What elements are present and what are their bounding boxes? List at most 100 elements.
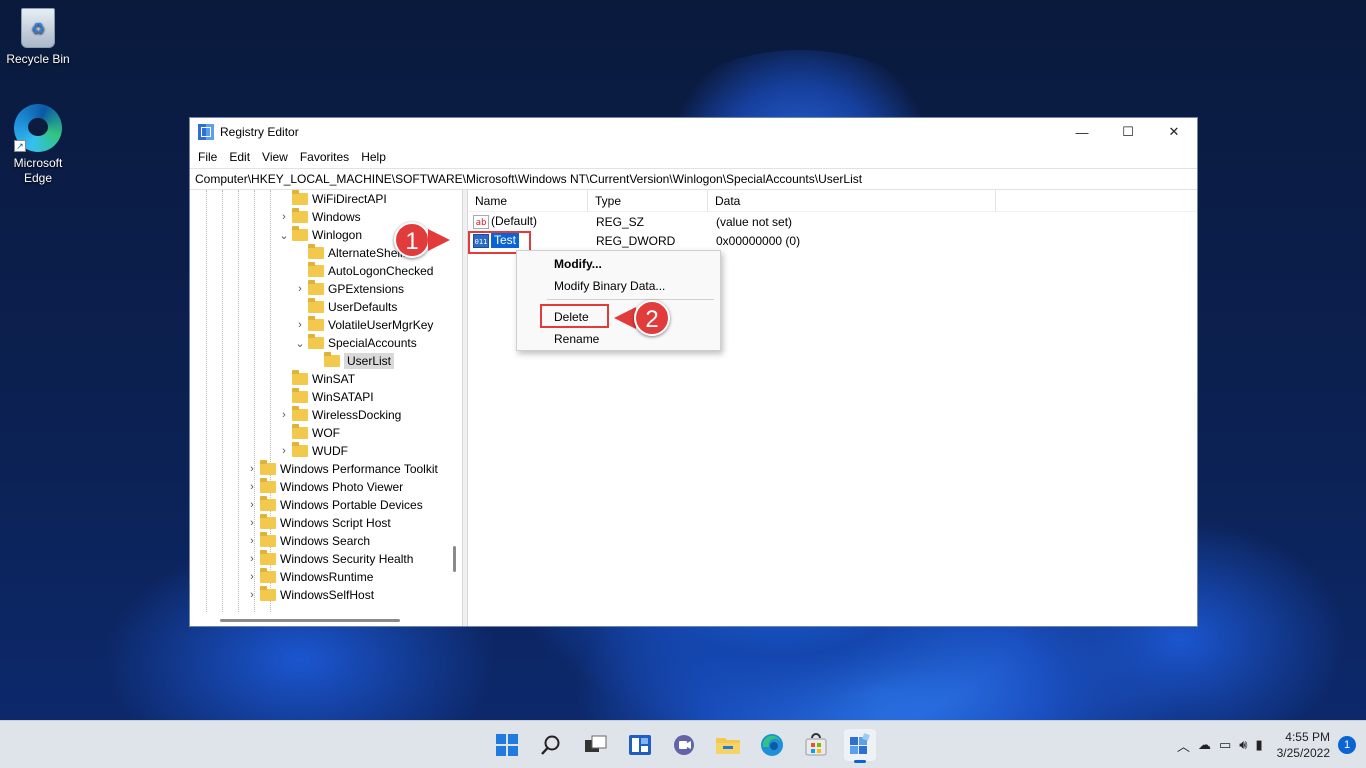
chevron-right-icon[interactable]: › xyxy=(246,589,258,601)
search-button[interactable] xyxy=(535,729,567,761)
tree-item[interactable]: › WindowsRuntime xyxy=(246,568,373,586)
tree-item[interactable]: AutoLogonChecked xyxy=(294,262,433,280)
title-bar[interactable]: Registry Editor — ☐ ✕ xyxy=(190,118,1197,146)
folder-icon xyxy=(308,298,324,313)
network-icon[interactable]: ▭ xyxy=(1219,737,1231,753)
menu-item-modify-binary[interactable]: Modify Binary Data... xyxy=(554,279,665,293)
chevron-right-icon[interactable]: › xyxy=(246,499,258,511)
tree-item[interactable]: › Windows Portable Devices xyxy=(246,496,423,514)
desktop-icon-recycle-bin[interactable]: Recycle Bin xyxy=(0,8,76,66)
minimize-button[interactable]: — xyxy=(1059,118,1105,146)
tree-item-label: WindowsSelfHost xyxy=(280,588,375,602)
file-explorer-button[interactable] xyxy=(712,729,744,761)
tree-item[interactable]: WiFiDirectAPI xyxy=(278,190,387,208)
battery-icon[interactable]: ▮ xyxy=(1255,737,1262,753)
volume-icon[interactable]: 🔊︎ xyxy=(1239,737,1247,753)
column-type[interactable]: Type xyxy=(588,190,708,211)
tree-item-label: WindowsRuntime xyxy=(280,570,374,584)
tree-item[interactable]: ⌄ SpecialAccounts xyxy=(294,334,417,352)
callout-2: 2 xyxy=(614,300,670,336)
chevron-down-icon[interactable]: ⌄ xyxy=(278,229,290,242)
close-button[interactable]: ✕ xyxy=(1151,118,1197,146)
widgets-button[interactable] xyxy=(624,729,656,761)
notification-badge[interactable]: 1 xyxy=(1338,736,1356,754)
tree-item-label: Windows xyxy=(312,210,361,224)
folder-icon xyxy=(292,424,308,439)
tree-item[interactable]: › Windows Photo Viewer xyxy=(246,478,403,496)
tree-item[interactable]: › Windows Security Health xyxy=(246,550,413,568)
task-view-button[interactable] xyxy=(580,729,612,761)
chevron-right-icon[interactable]: › xyxy=(246,481,258,493)
teams-chat-button[interactable] xyxy=(668,729,700,761)
chevron-right-icon[interactable]: › xyxy=(246,463,258,475)
folder-icon xyxy=(260,478,276,493)
tree-item[interactable]: › Windows Performance Toolkit xyxy=(246,460,438,478)
store-button[interactable] xyxy=(800,729,832,761)
chevron-right-icon[interactable]: › xyxy=(278,445,290,457)
chevron-right-icon[interactable]: › xyxy=(246,553,258,565)
tree-item[interactable]: WOF xyxy=(278,424,340,442)
window-title: Registry Editor xyxy=(220,125,299,139)
tree-item[interactable]: UserDefaults xyxy=(294,298,397,316)
list-header: Name Type Data xyxy=(468,190,1197,212)
maximize-button[interactable]: ☐ xyxy=(1105,118,1151,146)
show-hidden-icons-button[interactable]: ︿ xyxy=(1177,736,1190,755)
menu-item-modify[interactable]: Modify... xyxy=(554,257,602,271)
tree-item[interactable]: WinSAT xyxy=(278,370,355,388)
value-row-default[interactable]: ab (Default) REG_SZ (value not set) xyxy=(468,212,1197,231)
tree-item[interactable]: ⌄ Winlogon xyxy=(278,226,362,244)
column-name[interactable]: Name xyxy=(468,190,588,211)
tree-vertical-scrollbar[interactable] xyxy=(453,546,456,572)
tree-item[interactable]: WinSATAPI xyxy=(278,388,374,406)
tree-item[interactable]: › GPExtensions xyxy=(294,280,404,298)
start-button[interactable] xyxy=(491,729,523,761)
menu-file[interactable]: File xyxy=(192,150,223,164)
tree-item-label: VolatileUserMgrKey xyxy=(328,318,434,332)
tree-item[interactable]: › WirelessDocking xyxy=(278,406,401,424)
address-bar[interactable]: Computer\HKEY_LOCAL_MACHINE\SOFTWARE\Mic… xyxy=(190,168,1197,190)
clock[interactable]: 4:55 PM 3/25/2022 xyxy=(1277,729,1330,761)
tree-item[interactable]: › Windows xyxy=(278,208,361,226)
chevron-right-icon[interactable]: › xyxy=(278,409,290,421)
registry-editor-taskbar-button[interactable] xyxy=(844,729,876,763)
search-icon xyxy=(541,735,560,755)
column-data[interactable]: Data xyxy=(708,190,996,211)
chevron-right-icon[interactable]: › xyxy=(278,211,290,223)
chevron-right-icon[interactable]: › xyxy=(294,319,306,331)
chevron-right-icon[interactable]: › xyxy=(246,535,258,547)
tree-item-label: Windows Script Host xyxy=(280,516,391,530)
tree-horizontal-scrollbar[interactable] xyxy=(220,619,400,622)
tree-item[interactable]: › WUDF xyxy=(278,442,348,460)
edge-icon: ↗ xyxy=(14,104,62,152)
value-type: REG_DWORD xyxy=(596,233,676,248)
menu-favorites[interactable]: Favorites xyxy=(294,150,355,164)
menu-view[interactable]: View xyxy=(256,150,294,164)
tree-item[interactable]: › Windows Script Host xyxy=(246,514,391,532)
tree-item[interactable]: AlternateShells xyxy=(294,244,409,262)
tree-item[interactable]: › VolatileUserMgrKey xyxy=(294,316,433,334)
tree-item-label: Winlogon xyxy=(312,228,363,242)
chevron-right-icon[interactable]: › xyxy=(294,283,306,295)
menu-item-rename[interactable]: Rename xyxy=(554,332,599,346)
folder-icon xyxy=(308,334,324,349)
tree-item-label: UserList xyxy=(344,353,395,369)
edge-taskbar-button[interactable] xyxy=(756,729,788,761)
folder-icon xyxy=(292,190,308,205)
menu-help[interactable]: Help xyxy=(355,150,392,164)
recycle-bin-icon xyxy=(21,8,55,48)
callout-1: 1 xyxy=(394,222,450,258)
tree-item[interactable]: › Windows Search xyxy=(246,532,370,550)
chevron-right-icon[interactable]: › xyxy=(246,571,258,583)
desktop-icon-edge[interactable]: ↗ Microsoft Edge xyxy=(0,104,76,186)
onedrive-icon[interactable]: ☁ xyxy=(1198,737,1211,753)
value-row-test[interactable]: 011 Test REG_DWORD 0x00000000 (0) xyxy=(468,231,1197,250)
tree-item[interactable]: › WindowsSelfHost xyxy=(246,586,374,604)
clock-time: 4:55 PM xyxy=(1285,730,1330,744)
menu-edit[interactable]: Edit xyxy=(223,150,256,164)
chevron-right-icon[interactable]: › xyxy=(246,517,258,529)
chevron-down-icon[interactable]: ⌄ xyxy=(294,337,306,350)
registry-editor-icon xyxy=(198,124,214,140)
tree-item[interactable]: UserList xyxy=(310,352,395,370)
system-tray: ︿ ☁ ▭ 🔊︎ ▮ 4:55 PM 3/25/2022 1 xyxy=(1173,721,1366,768)
tree-guide xyxy=(206,190,207,612)
